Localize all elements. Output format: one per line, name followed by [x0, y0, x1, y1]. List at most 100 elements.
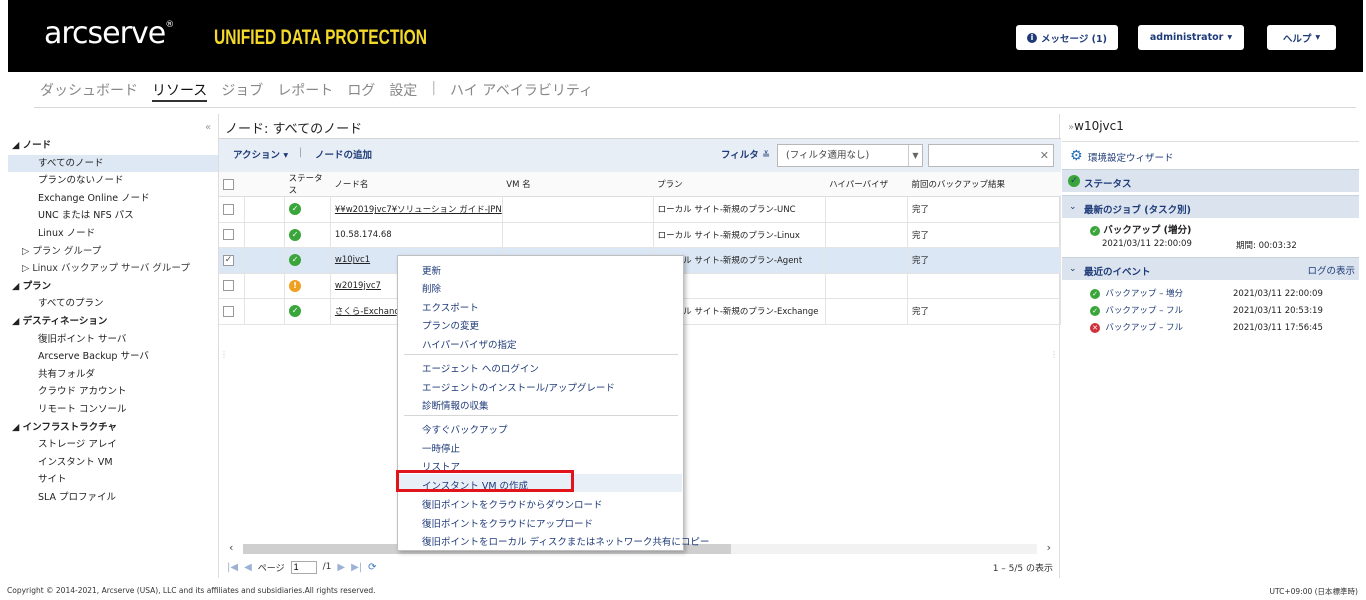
tree-item-remote-console[interactable]: リモート コンソール	[8, 401, 218, 419]
scroll-left-icon[interactable]: ‹	[229, 541, 233, 554]
menu-item-copy-rp-to-local[interactable]: 復旧ポイントをローカル ディスクまたはネットワーク共有にコピー	[422, 534, 709, 548]
tab-settings[interactable]: 設定	[389, 80, 417, 102]
row-checkbox[interactable]	[219, 196, 246, 223]
node-name-cell[interactable]: ¥¥w2019jvc7¥ソリューション ガイド-JPN	[330, 196, 503, 223]
column-header-status[interactable]: ステータス	[284, 172, 331, 197]
tree-item-sla-profile[interactable]: SLA プロファイル	[8, 489, 218, 507]
tree-item-storage-array[interactable]: ストレージ アレイ	[8, 436, 218, 454]
tree-item-arcserve-backup-server[interactable]: Arcserve Backup サーバ	[8, 348, 218, 366]
tree-item-exchange-online[interactable]: Exchange Online ノード	[8, 190, 218, 208]
hypervisor-cell	[825, 196, 909, 223]
chevron-down-icon: ▼	[908, 145, 922, 166]
tab-logs[interactable]: ログ	[347, 80, 375, 102]
main-nav: ダッシュボード リソース ジョブ レポート ログ 設定 | ハイ アベイラビリテ…	[40, 80, 607, 102]
menu-item-agent-login[interactable]: エージェント へのログイン	[422, 361, 539, 375]
event-link[interactable]: バックアップ – フル	[1105, 323, 1183, 333]
page-number-input[interactable]	[290, 560, 317, 574]
column-header-hypervisor[interactable]: ハイパーバイザ	[825, 172, 908, 197]
column-header-vm-name[interactable]: VM 名	[502, 172, 654, 197]
menu-item-install-upgrade-agent[interactable]: エージェントのインストール/アップグレード	[422, 380, 615, 394]
tab-high-availability[interactable]: ハイ アベイラビリティ	[450, 80, 593, 102]
row-checkbox[interactable]	[219, 273, 246, 299]
filter-button[interactable]: フィルタ ≚	[721, 147, 770, 161]
collapse-panel-icon[interactable]: «	[205, 122, 211, 133]
page-title: ノード: すべてのノード	[225, 122, 363, 137]
menu-item-collect-diagnostics[interactable]: 診断情報の収集	[422, 398, 489, 412]
left-splitter-grip[interactable]: ⋮	[220, 350, 228, 359]
search-input[interactable]: ✕	[928, 144, 1054, 167]
clear-icon[interactable]: ✕	[1040, 149, 1049, 162]
pager: |◀ ◀ ページ /1 ▶ ▶| ⟳ 1 – 5/5 の表示	[227, 558, 1057, 576]
tree-item-all-plans[interactable]: すべてのプラン	[8, 295, 218, 313]
menu-item-specify-hypervisor[interactable]: ハイパーバイザの指定	[422, 337, 517, 351]
menu-item-pause[interactable]: 一時停止	[422, 441, 460, 455]
user-menu-button[interactable]: administrator ▾	[1138, 25, 1244, 50]
status-section-header[interactable]: ✓ ステータス	[1062, 169, 1359, 192]
hypervisor-cell	[825, 273, 909, 299]
check-circle-icon: ✓	[1090, 306, 1100, 316]
right-splitter-grip[interactable]: ⋮	[1050, 350, 1058, 359]
tree-section-infrastructure[interactable]: ◢ インフラストラクチャ	[8, 419, 218, 437]
node-name-cell[interactable]: 10.58.174.68	[330, 222, 503, 248]
row-checkbox[interactable]: ✓	[219, 247, 246, 274]
event-link[interactable]: バックアップ – フル	[1105, 306, 1183, 316]
tree-item-shared-folder[interactable]: 共有フォルダ	[8, 366, 218, 384]
tree-section-plans[interactable]: ◢ プラン	[8, 278, 218, 296]
event-link[interactable]: バックアップ – 増分	[1105, 289, 1183, 299]
tree-item-sites[interactable]: サイト	[8, 471, 218, 489]
config-wizard-link[interactable]: ⚙ 環境設定ウィザード	[1062, 141, 1359, 169]
tree-section-destinations[interactable]: ◢ デスティネーション	[8, 313, 218, 331]
show-log-link[interactable]: ログの表示	[1307, 263, 1355, 277]
tree-item-plan-groups[interactable]: ▷ プラン グループ	[8, 243, 218, 261]
menu-item-upload-rp-to-cloud[interactable]: 復旧ポイントをクラウドにアップロード	[422, 516, 593, 530]
tab-dashboard[interactable]: ダッシュボード	[40, 80, 138, 102]
messages-button[interactable]: i メッセージ (1)	[1016, 25, 1118, 50]
tree-item-cloud-account[interactable]: クラウド アカウント	[8, 383, 218, 401]
refresh-icon[interactable]: ⟳	[368, 562, 376, 573]
column-header-blank	[244, 172, 285, 197]
menu-item-download-rp-from-cloud[interactable]: 復旧ポイントをクラウドからダウンロード	[422, 497, 603, 511]
table-row[interactable]: ✓ ¥¥w2019jvc7¥ソリューション ガイド-JPN ローカル サイト-新…	[219, 196, 1061, 223]
column-header-last-backup-result[interactable]: 前回のバックアップ結果	[907, 172, 1061, 197]
tree-item-all-nodes[interactable]: すべてのノード	[8, 154, 218, 173]
check-circle-icon: ✓	[1090, 226, 1100, 236]
tree-item-linux-nodes[interactable]: Linux ノード	[8, 225, 218, 243]
menu-item-export[interactable]: エクスポート	[422, 300, 479, 314]
tab-reports[interactable]: レポート	[277, 80, 333, 102]
tree-item-nodes-without-plan[interactable]: プランのないノード	[8, 172, 218, 190]
tab-jobs[interactable]: ジョブ	[221, 80, 263, 102]
select-all-checkbox[interactable]	[219, 172, 245, 197]
menu-item-change-plan[interactable]: プランの変更	[422, 318, 479, 332]
tree-item-rps[interactable]: 復旧ポイント サーバ	[8, 331, 218, 349]
help-button[interactable]: ヘルプ ▾	[1267, 25, 1336, 50]
menu-item-refresh[interactable]: 更新	[422, 263, 441, 277]
scroll-right-icon[interactable]: ›	[1047, 541, 1051, 554]
add-node-button[interactable]: ノードの追加	[315, 147, 372, 161]
prev-page-icon[interactable]: ◀	[244, 562, 252, 573]
row-checkbox[interactable]	[219, 222, 246, 248]
action-menu-button[interactable]: アクション ▾	[233, 147, 288, 161]
menu-item-delete[interactable]: 削除	[422, 281, 441, 295]
recent-events-section-header[interactable]: ⌄ 最近のイベント ログの表示	[1062, 257, 1359, 280]
tree-item-unc-nfs[interactable]: UNC または NFS パス	[8, 207, 218, 225]
filter-select[interactable]: (フィルタ適用なし) ▼	[777, 144, 923, 167]
menu-item-backup-now[interactable]: 今すぐバックアップ	[422, 422, 508, 436]
tab-resources[interactable]: リソース	[152, 80, 208, 102]
row-checkbox[interactable]	[219, 298, 246, 325]
column-header-node-name[interactable]: ノード名	[330, 172, 503, 197]
table-row[interactable]: ✓ 10.58.174.68 ローカル サイト-新規のプラン-Linux 完了	[219, 222, 1061, 248]
check-circle-icon: ✓	[289, 203, 302, 216]
last-page-icon[interactable]: ▶|	[351, 562, 362, 573]
tree-item-linux-backup-server-groups[interactable]: ▷ Linux バックアップ サーバ グループ	[8, 260, 218, 278]
page-label: ページ	[257, 563, 285, 574]
chevron-down-icon: ⌄	[1069, 202, 1077, 212]
next-page-icon[interactable]: ▶	[337, 562, 345, 573]
event-row: ✓ バックアップ – 増分	[1090, 287, 1183, 299]
detail-title: »w10jvc1	[1068, 119, 1124, 133]
tree-section-nodes[interactable]: ◢ ノード	[8, 137, 218, 155]
tree-item-instant-vm[interactable]: インスタント VM	[8, 454, 218, 472]
column-header-plan[interactable]: プラン	[653, 172, 826, 197]
latest-jobs-section-header[interactable]: ⌄ 最新のジョブ (タスク別)	[1062, 195, 1359, 218]
plan-cell: ローカル サイト-新規のプラン-UNC	[653, 196, 826, 223]
first-page-icon[interactable]: |◀	[227, 562, 238, 573]
